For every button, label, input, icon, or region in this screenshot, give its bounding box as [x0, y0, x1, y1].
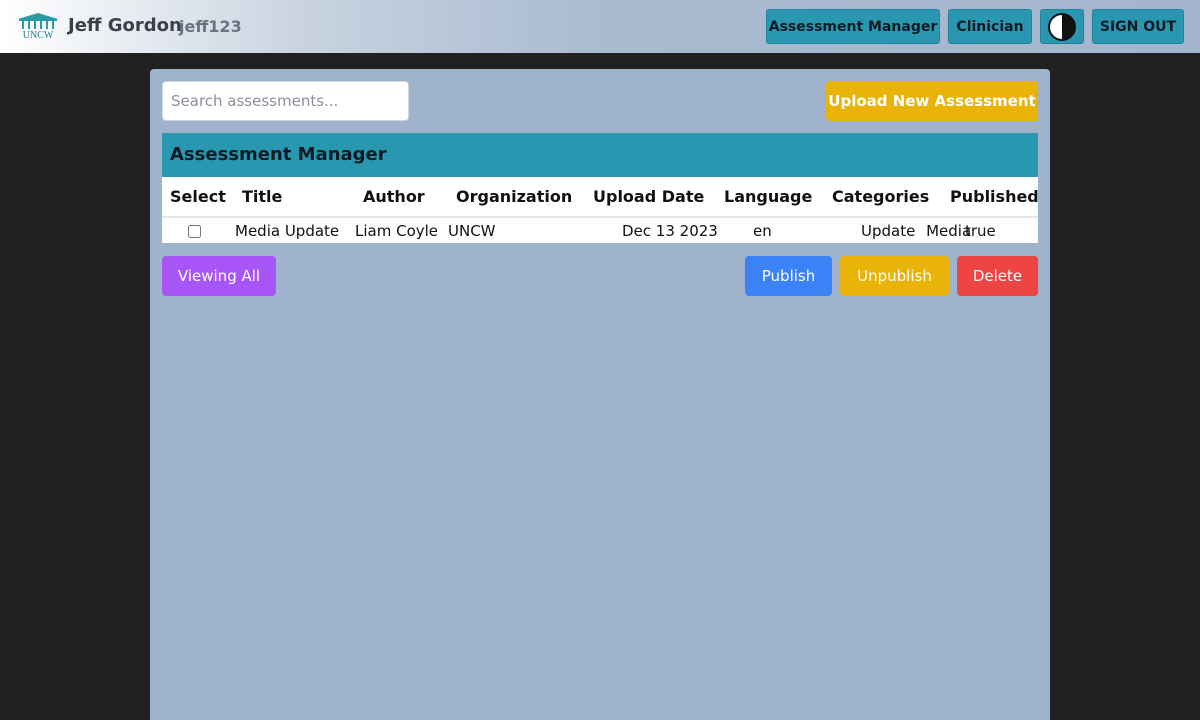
svg-text:UNCW: UNCW [23, 30, 54, 40]
publish-button[interactable]: Publish [745, 256, 832, 296]
user-handle: jeff123 [179, 17, 242, 36]
search-input[interactable] [162, 81, 409, 121]
sign-out-button[interactable]: SIGN OUT [1092, 9, 1184, 44]
upload-new-assessment-button[interactable]: Upload New Assessment [826, 81, 1038, 121]
assessment-manager-button[interactable]: Assessment Manager [766, 9, 940, 44]
row-select-cell [162, 217, 227, 243]
row-organization: UNCW [448, 221, 496, 240]
row-select-checkbox[interactable] [188, 224, 201, 238]
clinician-button[interactable]: Clinician [948, 9, 1032, 44]
contrast-toggle-button[interactable] [1040, 9, 1084, 44]
row-author: Liam Coyle [355, 221, 439, 240]
main-panel: Upload New Assessment Assessment Manager… [150, 69, 1050, 720]
column-header-upload-date[interactable]: Upload Date [577, 177, 708, 218]
delete-button[interactable]: Delete [957, 256, 1038, 296]
column-header-language[interactable]: Language [708, 177, 816, 218]
column-header-select[interactable]: Select [162, 177, 227, 218]
category-tag: Update [861, 221, 916, 240]
app-header: UNCW Jeff Gordon jeff123 Assessment Mana… [0, 0, 1200, 53]
column-header-title[interactable]: Title [227, 177, 347, 218]
assessment-table: Assessment Manager Select Title Author O… [162, 133, 1039, 243]
uncw-logo: UNCW [18, 13, 58, 40]
column-header-categories[interactable]: Categories [816, 177, 941, 218]
row-title: Media Update [235, 221, 340, 240]
table-row[interactable]: Media Update Liam Coyle UNCW Dec 13 2023… [162, 217, 1038, 243]
row-upload-date: Dec 13 2023 [622, 221, 718, 240]
column-header-published[interactable]: Published [941, 177, 1039, 218]
row-categories: Update Media [816, 217, 971, 243]
table-header-row: Select Title Author Organization Upload … [162, 177, 1039, 218]
row-language: en [753, 221, 772, 240]
unpublish-button[interactable]: Unpublish [840, 256, 949, 296]
column-header-author[interactable]: Author [347, 177, 440, 218]
viewing-all-button[interactable]: Viewing All [162, 256, 276, 296]
column-header-organization[interactable]: Organization [440, 177, 577, 218]
table-title: Assessment Manager [162, 133, 1038, 177]
contrast-icon [1048, 12, 1076, 41]
user-name: Jeff Gordon [68, 15, 182, 36]
